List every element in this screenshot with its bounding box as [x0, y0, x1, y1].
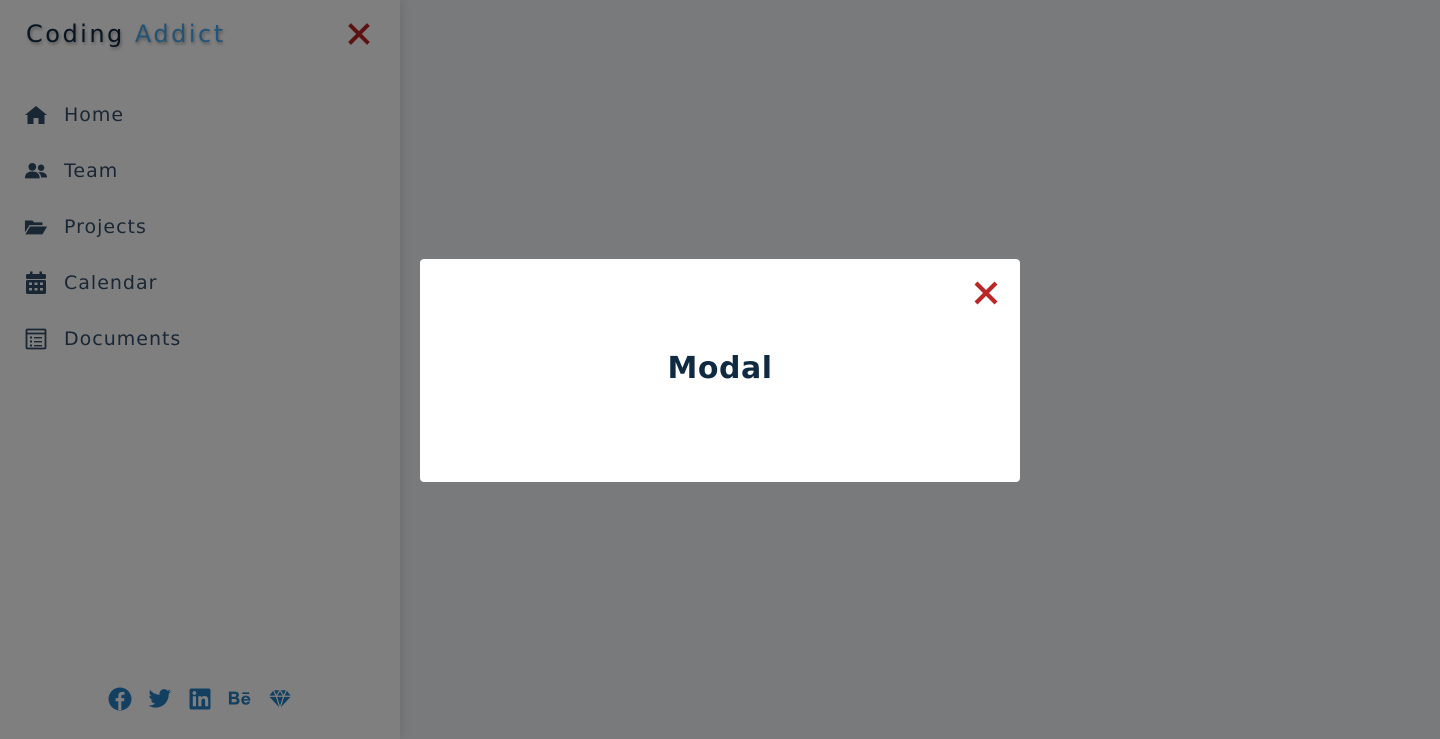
- modal-title: Modal: [667, 351, 773, 386]
- close-icon: [974, 281, 998, 305]
- modal: Modal: [420, 259, 1020, 482]
- modal-close-button[interactable]: [972, 279, 1000, 307]
